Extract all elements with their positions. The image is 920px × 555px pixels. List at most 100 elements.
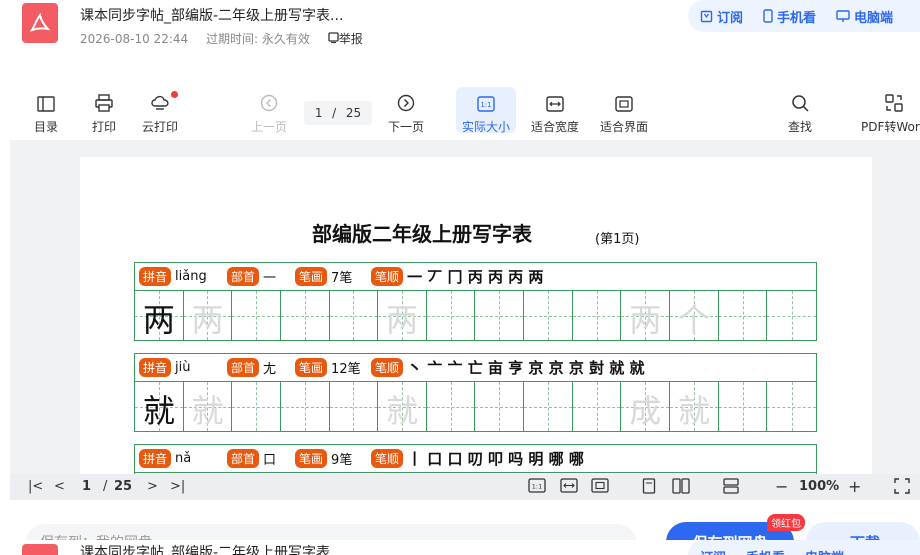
grid-cell	[718, 382, 768, 431]
actual-size-icon: 1:1	[477, 96, 495, 112]
grid-cell: 两	[183, 291, 233, 340]
grid-cell	[232, 382, 281, 431]
grid-cell	[475, 291, 525, 340]
fit-width-button[interactable]: 适合宽度	[531, 92, 579, 135]
stroke-order-value: 一 丆 冂 丙 丙 丙 两	[407, 268, 544, 286]
grid-cell	[329, 382, 379, 431]
last-page-icon[interactable]: >|	[170, 479, 185, 494]
trace-character: 两	[191, 301, 224, 339]
radical-value: 一	[263, 271, 277, 286]
page-navigation-bar: |< < 1 / 25 > >| 1:1 − 100% +	[10, 474, 920, 500]
char-info-row: 拼音 nǎ 部首 口 笔画 9笔 笔顺 丨 口 口 叨 叩 吗 明 哪 哪	[135, 445, 816, 473]
next-page-button[interactable]: 下一页	[388, 92, 424, 135]
document-meta: 2026-08-10 22:44 过期时间: 永久有效 举报	[80, 30, 377, 47]
grid-cell	[280, 382, 330, 431]
trace-character: 两	[629, 301, 662, 339]
grid-cell	[767, 382, 816, 431]
print-button[interactable]: 打印	[92, 92, 116, 135]
svg-text:1:1: 1:1	[480, 101, 491, 109]
monitor-icon	[836, 9, 850, 22]
grid-cell	[572, 382, 622, 431]
trace-character: 就	[677, 392, 710, 430]
subscribe-button[interactable]: 订阅	[700, 542, 726, 555]
grid-cell: 两	[135, 291, 184, 340]
mobile-view-button[interactable]: 手机看	[763, 7, 816, 26]
grid-cell: 就	[183, 382, 233, 431]
grid-cell	[280, 291, 330, 340]
strokes-tag: 笔画	[295, 267, 328, 286]
nav-page-total: 25	[114, 479, 133, 494]
prev-page-button[interactable]: 上一页	[251, 92, 287, 135]
char-info-row: 拼音 jiù 部首 尢 笔画 12笔 笔顺 丶 亠 亠 亡 亩 亨 京 京 京 …	[135, 354, 816, 382]
nav-page-current[interactable]: 1	[82, 479, 91, 494]
sticky-header-preview: 课本同步字帖_部编版-二年级上册写字表... 订阅 手机看 电脑端	[0, 540, 920, 555]
cloud-print-button[interactable]: 云打印	[142, 92, 178, 135]
grid-cell: 就	[135, 382, 184, 431]
report-link[interactable]: 举报	[328, 32, 363, 46]
chevron-left-icon[interactable]: <	[54, 479, 65, 494]
toc-button[interactable]: 目录	[34, 92, 58, 135]
pinyin-tag: 拼音	[139, 358, 172, 377]
main-character: 就	[142, 392, 175, 430]
fit-width-icon[interactable]	[560, 478, 578, 497]
grid-cell	[524, 382, 573, 431]
cloud-icon	[151, 95, 169, 110]
stroke-order-tag: 笔顺	[371, 358, 404, 377]
printer-icon	[95, 94, 113, 112]
two-page-icon[interactable]	[672, 478, 690, 498]
nav-page-sep: /	[103, 479, 108, 494]
pinyin-value: liǎng	[175, 269, 207, 284]
search-button[interactable]: 查找	[788, 92, 812, 135]
mobile-view-button[interactable]: 手机看	[746, 542, 785, 555]
chevron-left-circle-icon	[260, 94, 278, 112]
practice-grid: 就 就 就 成 就	[135, 382, 816, 431]
strokes-value: 9笔	[331, 453, 353, 468]
header-actions: 订阅 手机看 电脑端	[688, 0, 920, 32]
char-info-row: 拼音 liǎng 部首 一 笔画 7笔 笔顺 一 丆 冂 丙 丙 丙 两	[135, 263, 816, 291]
toc-icon	[37, 96, 55, 112]
pinyin-value: nǎ	[175, 451, 192, 466]
fit-screen-button[interactable]: 适合界面	[600, 92, 648, 135]
header-actions: 订阅 手机看 电脑端	[688, 540, 920, 555]
scroll-mode-icon[interactable]	[723, 478, 739, 498]
grid-cell	[426, 382, 476, 431]
fullscreen-icon[interactable]	[894, 478, 910, 498]
radical-tag: 部首	[227, 267, 260, 286]
main-character: 两	[142, 301, 175, 339]
char-block: 拼音 nǎ 部首 口 笔画 9笔 笔顺 丨 口 口 叨 叩 吗 明 哪 哪	[134, 444, 817, 474]
pdf-file-icon	[22, 544, 58, 555]
pinyin-value: jiù	[175, 360, 191, 375]
radical-value: 口	[263, 453, 277, 468]
grid-cell	[524, 291, 573, 340]
actual-size-button[interactable]: 1:1 实际大小	[462, 92, 510, 135]
desktop-view-button[interactable]: 电脑端	[836, 7, 893, 26]
grid-cell	[767, 291, 816, 340]
fit-width-icon	[546, 96, 564, 112]
subscribe-button[interactable]: 订阅	[700, 7, 743, 26]
grid-cell: 个	[670, 291, 719, 340]
convert-icon	[885, 94, 903, 112]
grid-cell	[475, 382, 525, 431]
desktop-view-button[interactable]: 电脑端	[805, 542, 844, 555]
zoom-level: 100%	[799, 479, 840, 494]
page-input[interactable]: 1 / 25	[304, 101, 372, 125]
upload-date: 2026-08-10 22:44	[80, 32, 189, 46]
phone-icon	[763, 9, 773, 23]
grid-cell: 就	[670, 382, 719, 431]
first-page-icon[interactable]: |<	[28, 479, 43, 494]
actual-size-icon[interactable]: 1:1	[528, 478, 546, 497]
zoom-out-icon[interactable]: −	[775, 477, 788, 496]
trace-character: 个	[677, 301, 710, 339]
single-page-icon[interactable]	[642, 478, 656, 498]
pdf-to-word-button[interactable]: PDF转Word	[861, 92, 920, 135]
red-packet-badge: 领红包	[767, 514, 805, 531]
fit-screen-icon[interactable]	[591, 478, 609, 497]
pinyin-tag: 拼音	[139, 267, 172, 286]
chevron-right-icon[interactable]: >	[147, 479, 158, 494]
search-icon	[792, 95, 809, 112]
zoom-in-icon[interactable]: +	[848, 477, 861, 496]
grid-cell	[329, 291, 379, 340]
char-block: 拼音 liǎng 部首 一 笔画 7笔 笔顺 一 丆 冂 丙 丙 丙 两 两 两…	[134, 262, 817, 341]
document-title: 课本同步字帖_部编版-二年级上册写字表...	[80, 8, 344, 24]
pinyin-tag: 拼音	[139, 449, 172, 468]
